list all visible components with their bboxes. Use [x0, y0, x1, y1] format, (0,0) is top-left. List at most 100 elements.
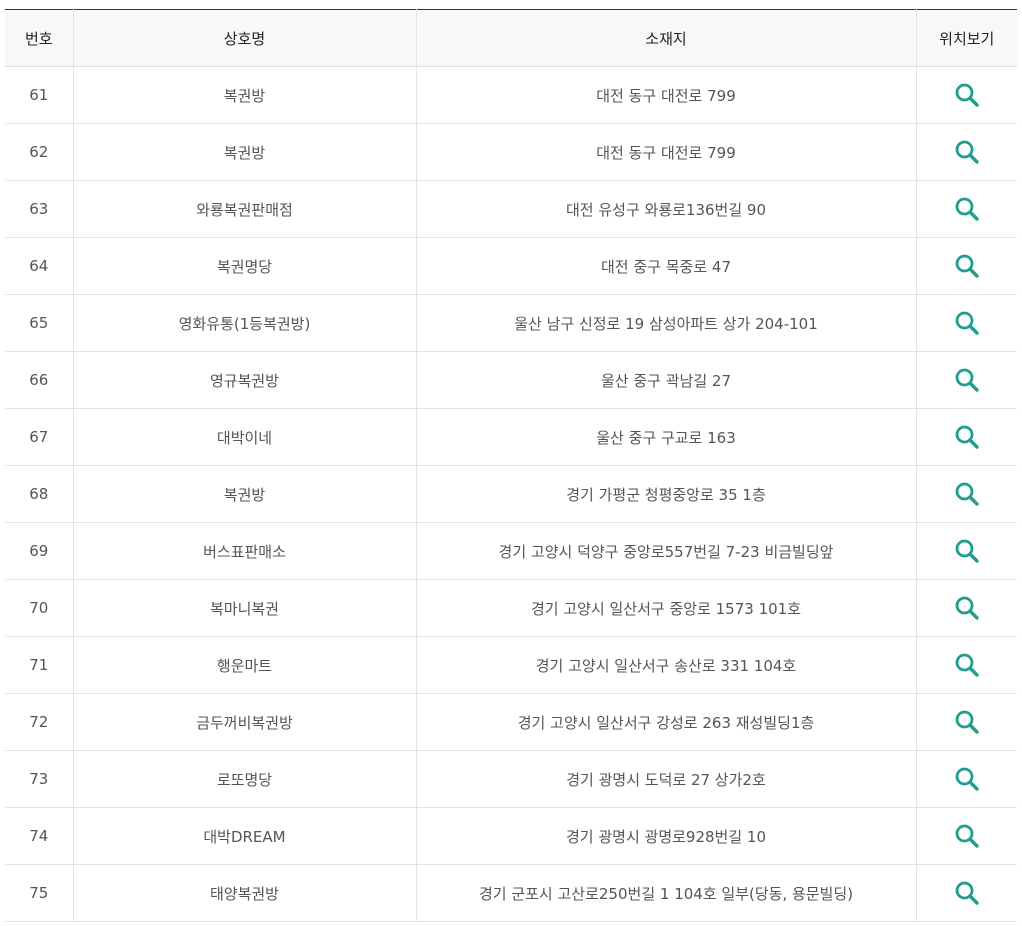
table-row: 62 복권방 대전 동구 대전로 799 — [5, 123, 1017, 181]
table-row: 63 와룡복권판매점 대전 유성구 와룡로136번길 90 — [5, 180, 1017, 238]
table-row: 73 로또명당 경기 광명시 도덕로 27 상가2호 — [5, 750, 1017, 808]
search-icon — [954, 196, 980, 222]
cell-num: 73 — [5, 750, 73, 808]
cell-store-name: 대박이네 — [72, 408, 416, 466]
view-location-button[interactable] — [954, 823, 980, 849]
search-icon — [954, 595, 980, 621]
table-row: 70 복마니복권 경기 고양시 일산서구 중앙로 1573 101호 — [5, 579, 1017, 637]
cell-view — [915, 66, 1017, 124]
cell-store-name: 복권방 — [72, 66, 416, 124]
view-location-button[interactable] — [954, 709, 980, 735]
cell-num: 65 — [5, 294, 73, 352]
table-body: 61 복권방 대전 동구 대전로 799 62 복권방 대전 동구 대전로 799 63 와룡… — [5, 66, 1017, 922]
view-location-button[interactable] — [954, 310, 980, 336]
view-location-button[interactable] — [954, 481, 980, 507]
cell-num: 72 — [5, 693, 73, 751]
search-icon — [954, 766, 980, 792]
cell-store-name: 영화유통(1등복권방) — [72, 294, 416, 352]
cell-view — [915, 465, 1017, 523]
view-location-button[interactable] — [954, 538, 980, 564]
view-location-button[interactable] — [954, 82, 980, 108]
table-row: 72 금두꺼비복권방 경기 고양시 일산서구 강성로 263 재성빌딩1층 — [5, 693, 1017, 751]
search-icon — [954, 253, 980, 279]
cell-num: 67 — [5, 408, 73, 466]
view-location-button[interactable] — [954, 424, 980, 450]
cell-num: 71 — [5, 636, 73, 694]
cell-store-name: 복권방 — [72, 123, 416, 181]
cell-view — [915, 180, 1017, 238]
search-icon — [954, 367, 980, 393]
table-row: 67 대박이네 울산 중구 구교로 163 — [5, 408, 1017, 466]
view-location-button[interactable] — [954, 196, 980, 222]
cell-address: 대전 동구 대전로 799 — [415, 123, 916, 181]
table-row: 71 행운마트 경기 고양시 일산서구 송산로 331 104호 — [5, 636, 1017, 694]
cell-view — [915, 864, 1017, 922]
cell-store-name: 태양복권방 — [72, 864, 416, 922]
table-row: 75 태양복권방 경기 군포시 고산로250번길 1 104호 일부(당동, 용문빌… — [5, 864, 1017, 922]
store-list-table-container: 번호 상호명 소재지 위치보기 61 복권방 대전 동구 대전로 799 62 복권방 대… — [5, 9, 1017, 922]
cell-num: 70 — [5, 579, 73, 637]
view-location-button[interactable] — [954, 367, 980, 393]
cell-address: 경기 광명시 광명로928번길 10 — [415, 807, 916, 865]
view-location-button[interactable] — [954, 766, 980, 792]
table-row: 64 복권명당 대전 중구 목중로 47 — [5, 237, 1017, 295]
view-location-button[interactable] — [954, 253, 980, 279]
search-icon — [954, 709, 980, 735]
header-num: 번호 — [5, 9, 73, 67]
view-location-button[interactable] — [954, 595, 980, 621]
search-icon — [954, 538, 980, 564]
cell-num: 66 — [5, 351, 73, 409]
cell-store-name: 와룡복권판매점 — [72, 180, 416, 238]
cell-num: 64 — [5, 237, 73, 295]
table-row: 66 영규복권방 울산 중구 곽남길 27 — [5, 351, 1017, 409]
view-location-button[interactable] — [954, 880, 980, 906]
search-icon — [954, 481, 980, 507]
cell-store-name: 대박DREAM — [72, 807, 416, 865]
cell-store-name: 버스표판매소 — [72, 522, 416, 580]
cell-address: 대전 유성구 와룡로136번길 90 — [415, 180, 916, 238]
cell-address: 경기 고양시 일산서구 송산로 331 104호 — [415, 636, 916, 694]
cell-view — [915, 123, 1017, 181]
cell-view — [915, 693, 1017, 751]
cell-view — [915, 351, 1017, 409]
cell-num: 68 — [5, 465, 73, 523]
search-icon — [954, 823, 980, 849]
cell-address: 울산 중구 곽남길 27 — [415, 351, 916, 409]
cell-view — [915, 408, 1017, 466]
cell-view — [915, 636, 1017, 694]
header-row: 번호 상호명 소재지 위치보기 — [5, 9, 1017, 67]
cell-store-name: 금두꺼비복권방 — [72, 693, 416, 751]
search-icon — [954, 880, 980, 906]
store-list-table: 번호 상호명 소재지 위치보기 61 복권방 대전 동구 대전로 799 62 복권방 대… — [5, 9, 1017, 922]
table-header: 번호 상호명 소재지 위치보기 — [5, 9, 1017, 67]
cell-store-name: 복권명당 — [72, 237, 416, 295]
cell-num: 75 — [5, 864, 73, 922]
cell-address: 울산 중구 구교로 163 — [415, 408, 916, 466]
header-name: 상호명 — [72, 9, 416, 67]
search-icon — [954, 139, 980, 165]
table-row: 68 복권방 경기 가평군 청평중앙로 35 1층 — [5, 465, 1017, 523]
cell-num: 62 — [5, 123, 73, 181]
cell-address: 경기 고양시 덕양구 중앙로557번길 7-23 비금빌딩앞 — [415, 522, 916, 580]
cell-address: 경기 고양시 일산서구 강성로 263 재성빌딩1층 — [415, 693, 916, 751]
cell-store-name: 복마니복권 — [72, 579, 416, 637]
cell-num: 61 — [5, 66, 73, 124]
table-row: 65 영화유통(1등복권방) 울산 남구 신정로 19 삼성아파트 상가 204-1… — [5, 294, 1017, 352]
view-location-button[interactable] — [954, 652, 980, 678]
cell-view — [915, 522, 1017, 580]
cell-address: 울산 남구 신정로 19 삼성아파트 상가 204-101 — [415, 294, 916, 352]
cell-num: 63 — [5, 180, 73, 238]
cell-view — [915, 237, 1017, 295]
cell-view — [915, 579, 1017, 637]
search-icon — [954, 424, 980, 450]
cell-address: 대전 동구 대전로 799 — [415, 66, 916, 124]
cell-store-name: 로또명당 — [72, 750, 416, 808]
cell-address: 경기 군포시 고산로250번길 1 104호 일부(당동, 용문빌딩) — [415, 864, 916, 922]
table-row: 61 복권방 대전 동구 대전로 799 — [5, 66, 1017, 124]
view-location-button[interactable] — [954, 139, 980, 165]
cell-address: 경기 고양시 일산서구 중앙로 1573 101호 — [415, 579, 916, 637]
cell-num: 74 — [5, 807, 73, 865]
header-address: 소재지 — [415, 9, 916, 67]
cell-store-name: 행운마트 — [72, 636, 416, 694]
cell-num: 69 — [5, 522, 73, 580]
